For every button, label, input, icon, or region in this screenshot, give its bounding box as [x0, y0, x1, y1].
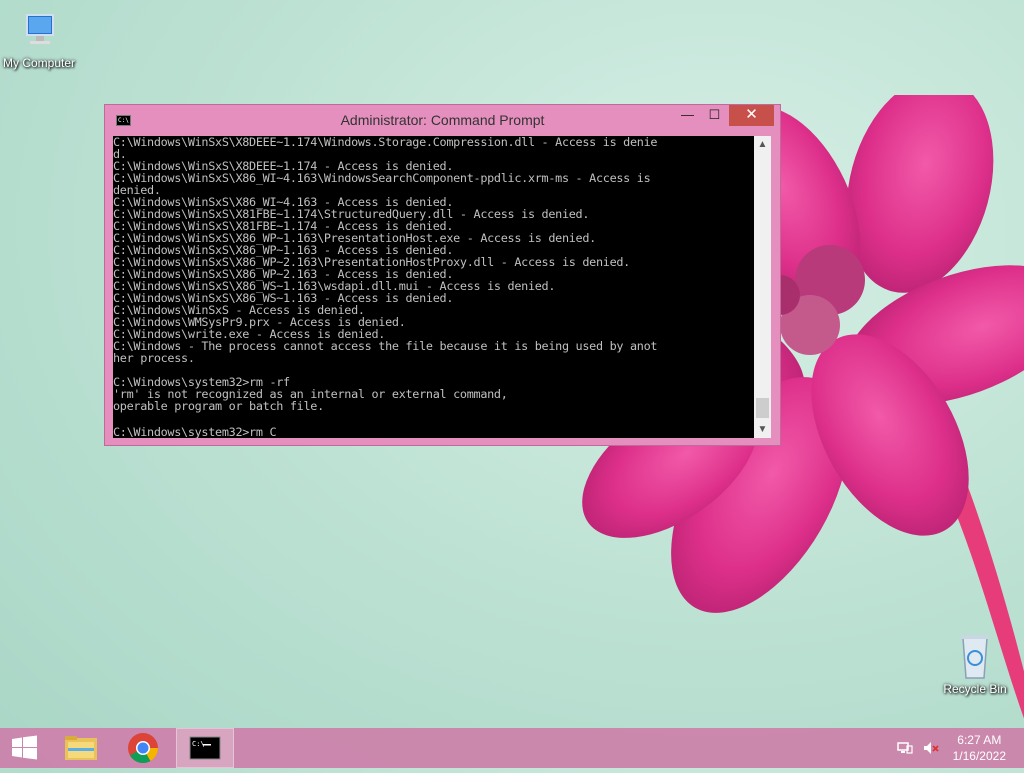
taskbar: C:\ 6:27 AM 1/16/2022: [0, 728, 1024, 768]
network-icon[interactable]: [896, 740, 914, 756]
start-button[interactable]: [0, 728, 58, 768]
taskbar-chrome[interactable]: [114, 728, 172, 768]
minimize-button[interactable]: —: [674, 105, 701, 126]
console-prompt-line: C:\Windows\system32>rm C: [113, 425, 277, 438]
recycle-bin-icon: [955, 632, 995, 680]
vertical-scrollbar[interactable]: ▲ ▼: [754, 136, 771, 438]
desktop-icon-my-computer[interactable]: My Computer: [0, 12, 84, 70]
svg-text:C:\: C:\: [192, 740, 205, 748]
clock-date: 1/16/2022: [952, 749, 1006, 763]
folder-icon: [65, 736, 97, 760]
taskbar-clock[interactable]: 6:27 AM 1/16/2022: [953, 732, 1006, 764]
scroll-up-arrow-icon[interactable]: ▲: [754, 136, 771, 153]
taskbar-file-explorer[interactable]: [52, 728, 110, 768]
windows-start-icon: [12, 735, 37, 760]
clock-time: 6:27 AM: [957, 733, 1002, 747]
scroll-down-arrow-icon[interactable]: ▼: [754, 421, 771, 438]
console-line: C:\Windows - The process cannot access t…: [113, 339, 658, 353]
command-prompt-window[interactable]: C:\ Administrator: Command Prompt — ☐ ✕ …: [104, 104, 781, 446]
desktop-icon-recycle-bin[interactable]: Recycle Bin: [930, 632, 1020, 696]
console-line: C:\Windows\WinSxS\X86_WI~4.163\WindowsSe…: [113, 171, 651, 185]
maximize-button[interactable]: ☐: [701, 105, 728, 126]
desktop-icon-label: Recycle Bin: [943, 682, 1007, 696]
chrome-icon: [128, 733, 158, 764]
volume-muted-icon[interactable]: [922, 740, 940, 756]
console-line: her process.: [113, 351, 195, 365]
scrollbar-thumb[interactable]: [756, 398, 769, 418]
computer-icon: [17, 12, 61, 54]
console-output[interactable]: C:\Windows\WinSxS\X8DEEE~1.174\Windows.S…: [113, 136, 754, 438]
taskbar-command-prompt[interactable]: C:\: [176, 728, 234, 768]
cmd-icon: C:\: [189, 736, 221, 760]
window-titlebar[interactable]: C:\ Administrator: Command Prompt — ☐ ✕: [105, 105, 780, 135]
console-line: C:\Windows\WinSxS\X8DEEE~1.174\Windows.S…: [113, 136, 658, 149]
close-button[interactable]: ✕: [729, 105, 774, 126]
console-line: operable program or batch file.: [113, 399, 324, 413]
desktop-icon-label: My Computer: [2, 56, 76, 70]
